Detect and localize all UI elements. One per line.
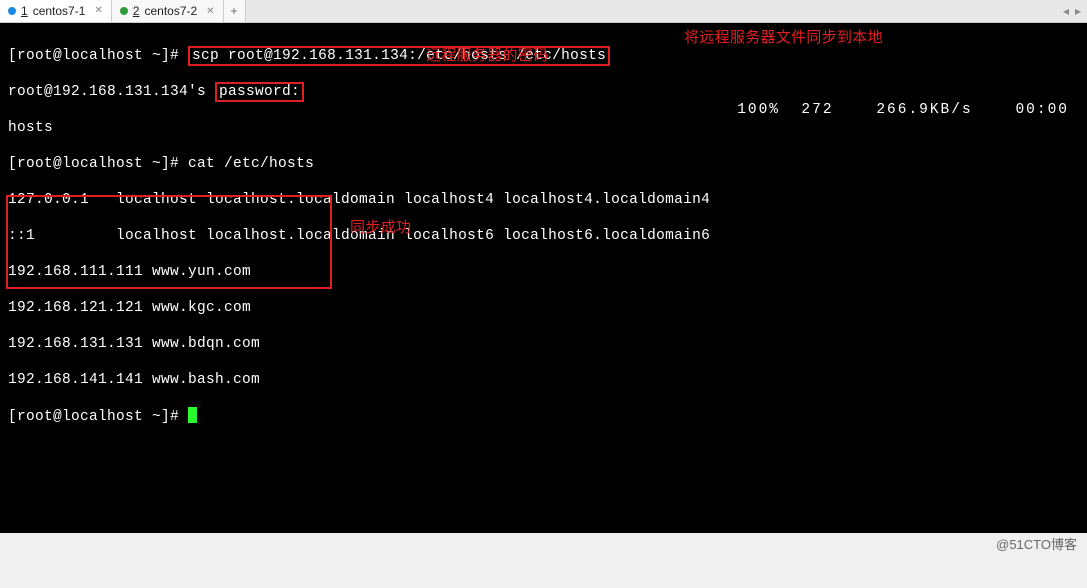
tab-number: 1: [21, 4, 28, 18]
tab-bar: 1 centos7-1 ✕ 2 centos7-2 ✕ + ◂ ▸: [0, 0, 1087, 23]
tab-centos7-2[interactable]: 2 centos7-2 ✕: [112, 0, 224, 22]
cat-output-2: ::1 localhost localhost.localdomain loca…: [8, 227, 1079, 245]
shell-prompt: [root@localhost ~]#: [8, 48, 179, 64]
terminal-output[interactable]: [root@localhost ~]# scp root@192.168.131…: [0, 23, 1087, 533]
tab-prev-icon[interactable]: ◂: [1063, 4, 1069, 18]
annotation-success: 同步成功: [350, 219, 411, 237]
close-icon[interactable]: ✕: [206, 6, 214, 17]
status-dot-icon: [8, 7, 16, 15]
transfer-stats: 100% 272 266.9KB/s 00:00: [694, 83, 1069, 137]
host-entry: 192.168.111.111 www.yun.com: [8, 263, 1079, 281]
shell-prompt: [root@localhost ~]#: [8, 156, 179, 172]
close-icon[interactable]: ✕: [94, 5, 102, 16]
stat-time: 00:00: [1015, 102, 1069, 118]
add-tab-button[interactable]: +: [224, 0, 246, 22]
host-entry: 192.168.121.121 www.kgc.com: [8, 299, 1079, 317]
watermark: @51CTO博客: [996, 534, 1077, 553]
tab-nav: ◂ ▸: [1057, 0, 1087, 22]
shell-prompt: [root@localhost ~]#: [8, 409, 179, 425]
stat-percent: 100%: [737, 102, 780, 118]
status-dot-icon: [120, 7, 128, 15]
tab-centos7-1[interactable]: 1 centos7-1 ✕: [0, 0, 112, 22]
host-entry: 192.168.141.141 www.bash.com: [8, 371, 1079, 389]
tab-next-icon[interactable]: ▸: [1075, 4, 1081, 18]
tab-label: centos7-1: [33, 4, 86, 18]
cursor-block: [188, 407, 197, 423]
stat-speed: 266.9KB/s: [876, 102, 972, 118]
cat-command: cat /etc/hosts: [188, 156, 314, 172]
tab-label: centos7-2: [144, 4, 197, 18]
annotation-scp: 将远程服务器文件同步到本地: [684, 29, 883, 47]
host-entry: 192.168.131.131 www.bdqn.com: [8, 335, 1079, 353]
cmd-line-cat: [root@localhost ~]# cat /etc/hosts: [8, 155, 1079, 173]
annotation-password: 远程服务器的密码: [426, 47, 548, 65]
password-box: password:: [215, 82, 304, 102]
cmd-line-idle: [root@localhost ~]#: [8, 407, 1079, 426]
stat-bytes: 272: [801, 102, 833, 118]
tab-number: 2: [133, 4, 140, 18]
password-prefix: root@192.168.131.134's: [8, 84, 215, 100]
cat-output-1: 127.0.0.1 localhost localhost.localdomai…: [8, 191, 1079, 209]
